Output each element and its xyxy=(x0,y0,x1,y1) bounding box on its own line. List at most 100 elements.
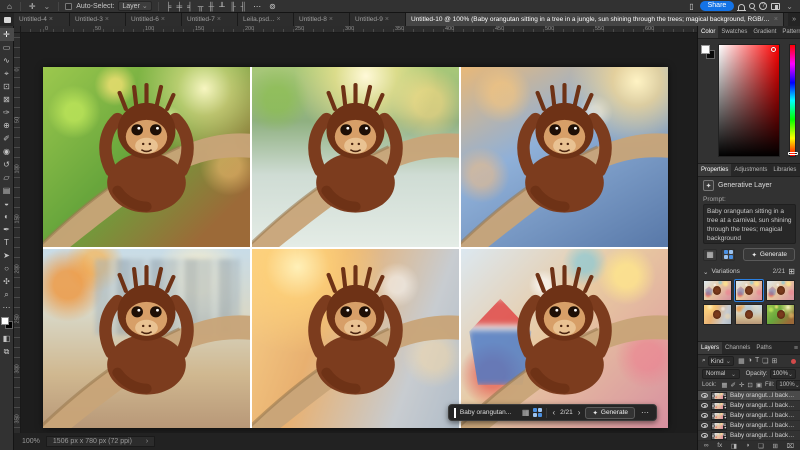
chevron-down-icon[interactable]: ⌄ xyxy=(42,0,53,13)
shape-tool[interactable]: ○ xyxy=(0,262,14,275)
tab-libraries[interactable]: Libraries xyxy=(770,164,799,176)
tab-bar-leading-icon[interactable] xyxy=(0,13,14,26)
more-options-icon[interactable]: ⋯ xyxy=(251,0,263,13)
foreground-background-colors[interactable] xyxy=(701,45,715,59)
align-icon[interactable]: ╨ xyxy=(218,2,226,11)
document-tab[interactable]: Untitled-9× xyxy=(350,13,406,26)
device-preview-icon[interactable]: ▯ xyxy=(687,0,695,13)
document-tab[interactable]: Untitled-4× xyxy=(14,13,70,26)
hue-slider[interactable] xyxy=(789,44,796,157)
document-tab[interactable]: Untitled-6× xyxy=(126,13,182,26)
document-info-field[interactable]: 1506 px x 780 px (72 ppi) › xyxy=(46,436,155,447)
filter-type-icon[interactable]: T xyxy=(755,357,759,365)
zoom-tool[interactable]: ⌕ xyxy=(0,288,14,301)
opacity-dropdown[interactable]: 100% ⌄ xyxy=(770,369,796,379)
document-tab[interactable]: Untitled-8× xyxy=(294,13,350,26)
lock-artboard-icon[interactable]: ⊡ xyxy=(747,381,752,389)
foreground-background-colors[interactable] xyxy=(1,317,13,329)
clone-stamp-tool[interactable]: ◉ xyxy=(0,145,14,158)
frame-tool[interactable]: ⊠ xyxy=(0,93,14,106)
variation-thumbnail[interactable] xyxy=(735,304,764,325)
generated-image-jungle-teal[interactable] xyxy=(252,67,459,247)
adjust-icon[interactable]: ◑ xyxy=(746,442,750,449)
hue-slider-marker[interactable] xyxy=(788,152,798,155)
tab-close-icon[interactable]: × xyxy=(329,16,333,23)
next-variation-button[interactable]: › xyxy=(577,408,582,417)
screen-mode-button[interactable]: ⧉ xyxy=(0,345,14,358)
color-picker-marker[interactable] xyxy=(771,47,776,52)
history-brush-tool[interactable]: ↺ xyxy=(0,158,14,171)
align-icon[interactable]: ╢ xyxy=(239,2,247,11)
panel-menu-icon[interactable]: ≡ xyxy=(792,342,800,354)
marquee-tool[interactable]: ▭ xyxy=(0,41,14,54)
color-saturation-field[interactable] xyxy=(718,44,780,157)
previous-variation-button[interactable]: ‹ xyxy=(551,408,556,417)
auto-select-checkbox[interactable] xyxy=(65,3,72,10)
share-button[interactable]: Share xyxy=(700,1,735,11)
canvas-document[interactable] xyxy=(43,67,668,428)
lock-all-icon[interactable]: ▣ xyxy=(756,381,762,389)
home-icon[interactable]: ⌂ xyxy=(5,0,14,13)
tab-swatches[interactable]: Swatches xyxy=(718,26,750,38)
layer-visibility-eye-icon[interactable] xyxy=(701,423,708,428)
grid-view-icon[interactable]: ⊞ xyxy=(788,267,795,276)
filter-toggle[interactable] xyxy=(791,359,796,364)
chevron-down-icon[interactable]: ⌄ xyxy=(784,0,795,13)
workspace-switcher-icon[interactable] xyxy=(771,3,780,10)
chevron-right-icon[interactable]: › xyxy=(146,438,148,445)
path-selection-tool[interactable]: ➤ xyxy=(0,249,14,262)
align-icon[interactable]: ╫ xyxy=(207,2,215,11)
generated-image-city[interactable] xyxy=(43,249,250,429)
filter-adjust-icon[interactable]: ◑ xyxy=(748,357,752,365)
help-icon[interactable]: ? xyxy=(759,2,767,10)
tab-close-icon[interactable]: × xyxy=(217,16,221,23)
document-tab[interactable]: Untitled-10 @ 100% (Baby orangutan sitti… xyxy=(406,13,784,26)
align-icon[interactable]: ╪ xyxy=(175,2,183,11)
layer-row[interactable]: ✦Baby orangut...l background xyxy=(698,391,800,401)
tab-color[interactable]: Color xyxy=(698,26,718,38)
filter-group-icon[interactable]: ❏ xyxy=(762,357,768,365)
taskbar-generate-button[interactable]: ✦ Generate xyxy=(585,407,635,419)
document-tab[interactable]: Untitled-7× xyxy=(182,13,238,26)
layer-row[interactable]: ✦Baby orangut...l background xyxy=(698,411,800,421)
eyedropper-tool[interactable]: ✑ xyxy=(0,106,14,119)
filter-kind-dropdown[interactable]: Kind ⌄ xyxy=(708,356,734,366)
object-selection-tool[interactable]: ⌖ xyxy=(0,67,14,80)
foreground-color-swatch[interactable] xyxy=(701,45,710,54)
align-icon[interactable]: ╞ xyxy=(165,2,173,11)
blur-tool[interactable]: ◒ xyxy=(0,197,14,210)
generated-image-sunset[interactable] xyxy=(252,249,459,429)
lock-transparent-icon[interactable]: ▦ xyxy=(721,381,727,389)
generate-button[interactable]: ✦ Generate xyxy=(743,248,795,261)
document-tab[interactable]: Leila.psd...× xyxy=(238,13,294,26)
variation-thumbnail[interactable] xyxy=(703,304,732,325)
variation-thumbnail[interactable] xyxy=(735,280,764,301)
hand-tool[interactable]: ✣ xyxy=(0,275,14,288)
align-icon[interactable]: ╥ xyxy=(197,2,205,11)
tab-close-icon[interactable]: × xyxy=(385,16,389,23)
lasso-tool[interactable]: ∿ xyxy=(0,54,14,67)
horizontal-ruler[interactable]: 050100150200250300350400450500550600 xyxy=(14,26,697,33)
tab-close-icon[interactable]: × xyxy=(161,16,165,23)
tab-close-icon[interactable]: × xyxy=(105,16,109,23)
tab-paths[interactable]: Paths xyxy=(753,342,774,354)
lock-move-icon[interactable]: ✛ xyxy=(739,381,744,389)
similar-variations-button[interactable] xyxy=(721,249,735,261)
tab-gradient[interactable]: Gradient xyxy=(750,26,779,38)
notifications-bell-icon[interactable] xyxy=(738,4,745,10)
filter-new_layer-icon[interactable]: ⊞ xyxy=(772,357,778,365)
type-tool[interactable]: T xyxy=(0,236,14,249)
reference-image-icon[interactable]: ▦ xyxy=(522,408,530,417)
mask-icon[interactable]: ◨ xyxy=(731,442,737,450)
fill-dropdown[interactable]: 100% ⌄ xyxy=(776,380,800,390)
collapse-caret-icon[interactable]: ⌄ xyxy=(703,268,708,276)
tab-close-icon[interactable]: × xyxy=(774,16,778,23)
new-layer-icon[interactable]: ⊞ xyxy=(772,442,777,450)
fx-icon[interactable]: fx xyxy=(717,442,722,449)
layer-visibility-eye-icon[interactable] xyxy=(701,413,708,418)
search-icon[interactable] xyxy=(749,3,755,9)
align-icon[interactable]: ╡ xyxy=(186,2,194,11)
tab-close-icon[interactable]: × xyxy=(49,16,53,23)
tab-adjustments[interactable]: Adjustments xyxy=(731,164,770,176)
brush-tool[interactable]: ✐ xyxy=(0,132,14,145)
